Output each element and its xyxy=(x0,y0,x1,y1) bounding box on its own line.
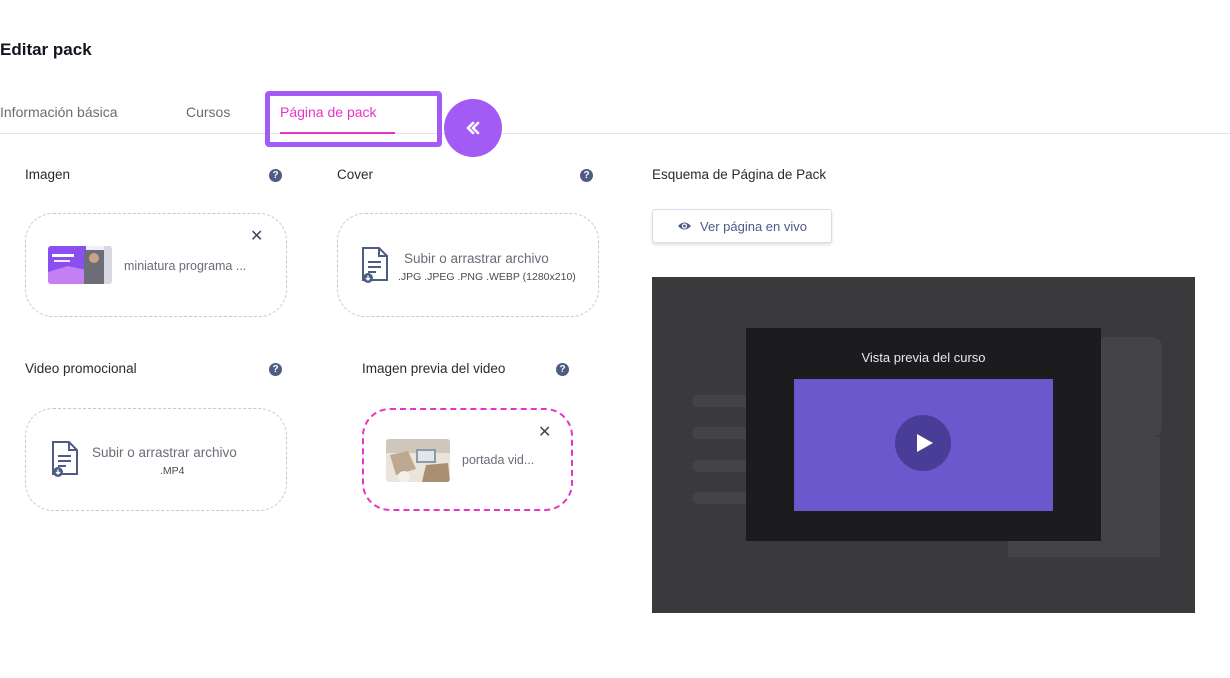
video-preview-image-label: Imagen previa del video xyxy=(362,361,506,376)
course-preview-title: Vista previa del curso xyxy=(861,350,986,365)
play-button[interactable] xyxy=(895,415,951,471)
play-icon xyxy=(917,434,933,452)
question-circle-icon[interactable]: ? xyxy=(269,169,282,182)
page-preview: Vista previa del curso xyxy=(652,277,1195,613)
tab-courses[interactable]: Cursos xyxy=(186,104,230,120)
image-label: Imagen xyxy=(25,167,71,182)
tab-highlight-frame xyxy=(265,91,442,147)
preview-video[interactable] xyxy=(794,379,1053,511)
cover-formats: .JPG .JPEG .PNG .WEBP (1280x210) xyxy=(398,271,576,283)
promo-video-upload-text: Subir o arrastrar archivo xyxy=(92,445,237,460)
cover-dropzone[interactable]: Subir o arrastrar archivo .JPG .JPEG .PN… xyxy=(337,213,599,317)
promo-video-dropzone[interactable]: Subir o arrastrar archivo .MP4 xyxy=(25,408,287,511)
image-thumbnail xyxy=(48,246,112,284)
cover-upload-text: Subir o arrastrar archivo xyxy=(404,251,549,266)
schema-label: Esquema de Página de Pack xyxy=(652,167,827,182)
image-dropzone[interactable]: ✕ miniatura programa ... xyxy=(25,213,287,317)
promo-video-formats: .MP4 xyxy=(160,465,185,477)
video-preview-image-dropzone[interactable]: ✕ portada vid... xyxy=(362,408,573,511)
eye-icon xyxy=(678,222,692,230)
question-circle-icon[interactable]: ? xyxy=(580,169,593,182)
tab-basic-info[interactable]: Información básica xyxy=(0,104,118,120)
chevron-left-icon xyxy=(466,121,480,135)
file-document-icon xyxy=(52,441,78,477)
file-document-icon xyxy=(362,247,388,283)
close-icon[interactable]: ✕ xyxy=(538,422,551,442)
video-preview-file-name: portada vid... xyxy=(462,453,535,467)
question-circle-icon[interactable]: ? xyxy=(556,363,569,376)
question-circle-icon[interactable]: ? xyxy=(269,363,282,376)
tab-bar: Información básica Cursos Página de pack xyxy=(0,96,1230,134)
course-preview-modal: Vista previa del curso xyxy=(746,328,1101,541)
close-icon[interactable]: ✕ xyxy=(250,226,263,246)
collapse-button[interactable] xyxy=(444,99,502,157)
image-file-name: miniatura programa ... xyxy=(124,259,247,273)
view-live-button[interactable]: Ver página en vivo xyxy=(652,209,832,243)
video-preview-thumbnail xyxy=(386,439,450,482)
promo-video-label: Video promocional xyxy=(25,361,137,376)
page-title: Editar pack xyxy=(0,40,92,59)
view-live-label: Ver página en vivo xyxy=(700,218,807,234)
cover-label: Cover xyxy=(337,167,374,182)
